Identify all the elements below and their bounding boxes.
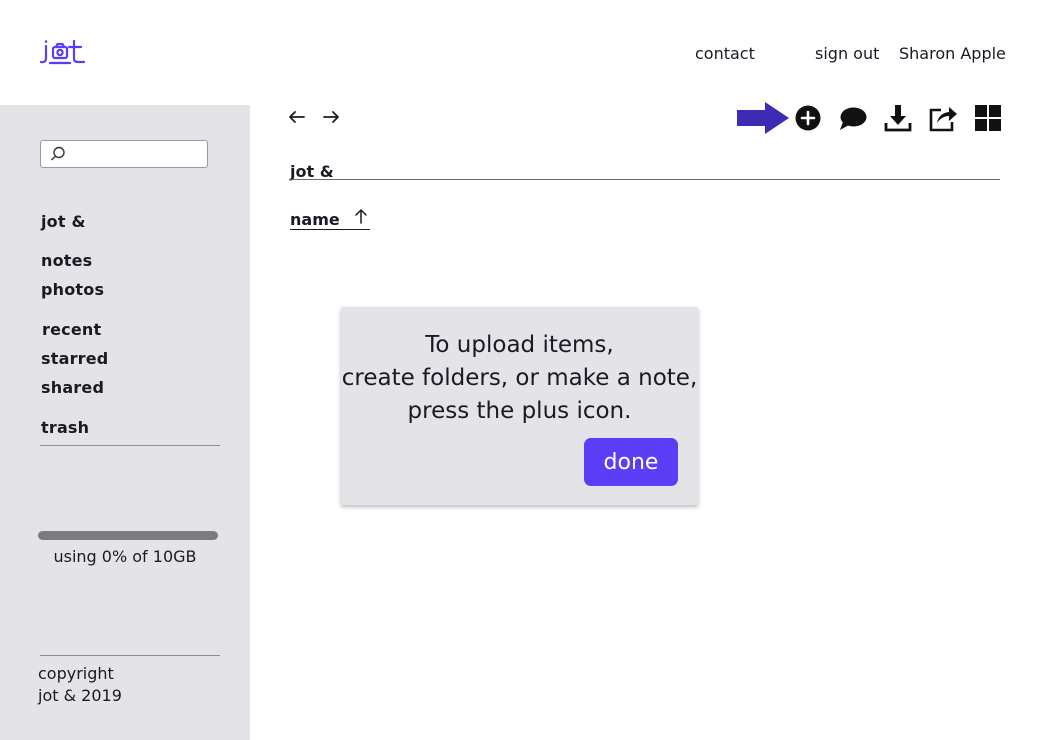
breadcrumb-divider bbox=[290, 179, 1000, 180]
done-button[interactable]: done bbox=[584, 438, 678, 486]
jot-logo[interactable] bbox=[40, 38, 86, 66]
sidebar-item-recent[interactable]: recent bbox=[42, 320, 101, 339]
sort-by-name-header[interactable]: name bbox=[290, 208, 370, 230]
sidebar: jot & notes photos recent starred shared… bbox=[0, 105, 250, 740]
storage-progress-bar bbox=[38, 531, 218, 540]
user-name-link[interactable]: Sharon Apple bbox=[899, 44, 1006, 63]
sidebar-item-jot[interactable]: jot & bbox=[41, 212, 86, 231]
search-icon bbox=[51, 146, 65, 161]
comment-icon[interactable] bbox=[838, 103, 868, 133]
sort-label: name bbox=[290, 210, 340, 229]
contact-link[interactable]: contact bbox=[695, 44, 755, 63]
back-arrow-icon[interactable] bbox=[286, 106, 308, 128]
copyright-line-2: jot & 2019 bbox=[38, 686, 122, 705]
hint-line-2: create folders, or make a note, bbox=[341, 365, 698, 391]
copyright-text: copyright jot & 2019 bbox=[38, 663, 122, 707]
upload-hint-text: To upload items, create folders, or make… bbox=[341, 329, 698, 428]
sidebar-item-trash[interactable]: trash bbox=[41, 418, 89, 437]
sidebar-item-starred[interactable]: starred bbox=[41, 349, 108, 368]
footer-divider bbox=[40, 655, 220, 656]
sidebar-item-photos[interactable]: photos bbox=[41, 280, 104, 299]
storage-usage-text: using 0% of 10GB bbox=[53, 547, 197, 566]
pointer-arrow-icon bbox=[737, 102, 789, 134]
share-icon[interactable] bbox=[928, 103, 958, 133]
sidebar-item-notes[interactable]: notes bbox=[41, 251, 92, 270]
upload-hint-popup: To upload items, create folders, or make… bbox=[341, 307, 698, 505]
sidebar-item-shared[interactable]: shared bbox=[41, 378, 104, 397]
copyright-line-1: copyright bbox=[38, 664, 114, 683]
hint-line-1: To upload items, bbox=[425, 332, 614, 358]
sign-out-link[interactable]: sign out bbox=[815, 44, 879, 63]
search-input[interactable] bbox=[40, 140, 208, 168]
sidebar-divider bbox=[40, 445, 220, 446]
download-icon[interactable] bbox=[883, 103, 913, 133]
plus-icon[interactable] bbox=[793, 103, 823, 133]
forward-arrow-icon[interactable] bbox=[320, 106, 342, 128]
grid-view-icon[interactable] bbox=[973, 103, 1003, 133]
hint-line-3: press the plus icon. bbox=[407, 398, 632, 424]
sort-ascending-icon bbox=[354, 208, 367, 224]
